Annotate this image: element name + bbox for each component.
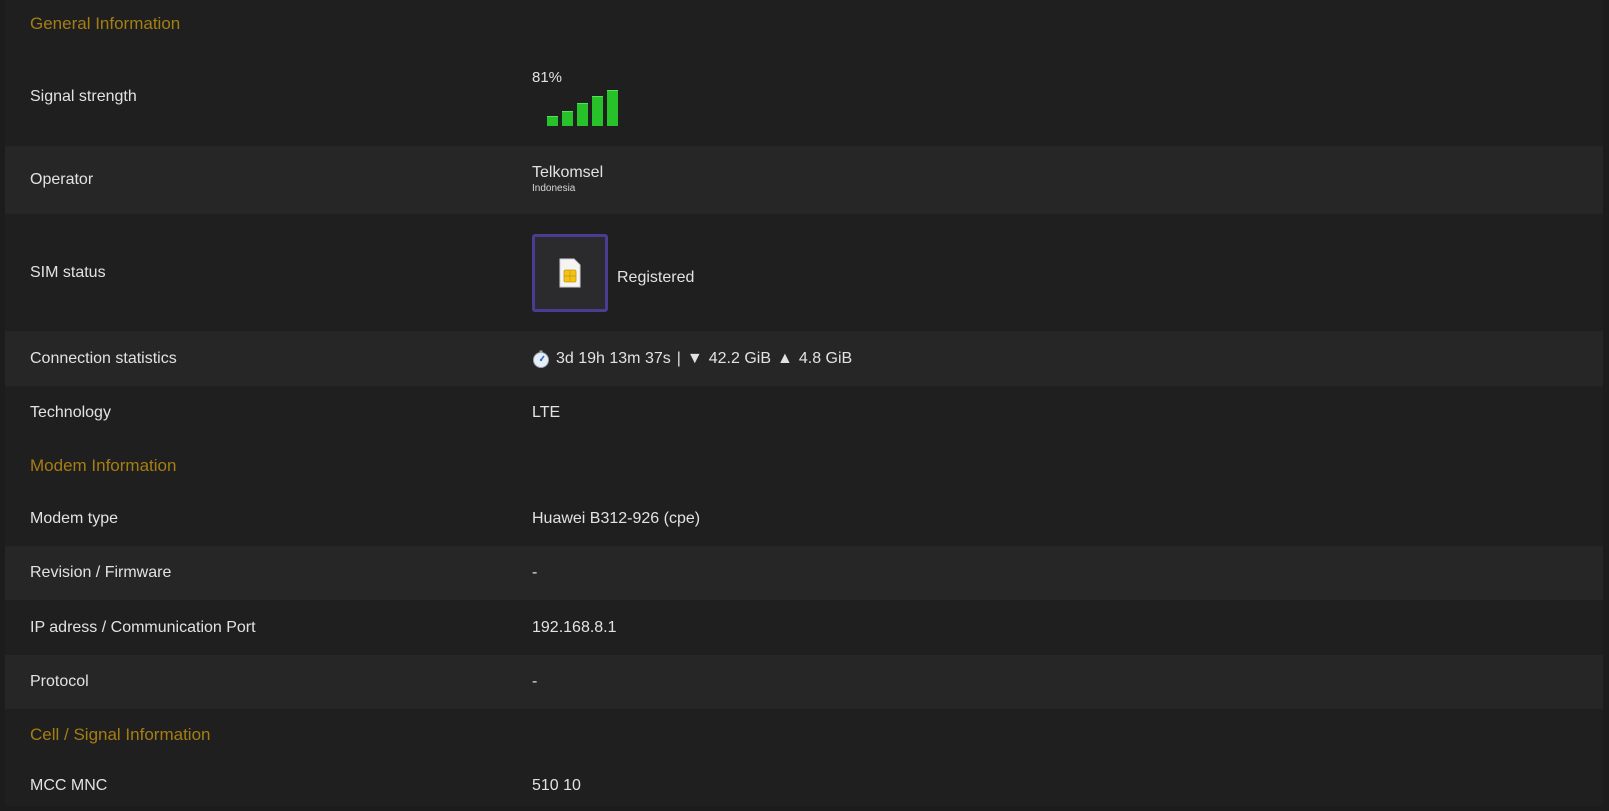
row-signal-strength: Signal strength 81%	[5, 48, 1603, 146]
operator-value: Telkomsel Indonesia	[532, 164, 1603, 196]
row-technology: Technology LTE	[5, 386, 1603, 440]
protocol-label: Protocol	[30, 673, 89, 690]
protocol-value: -	[532, 673, 538, 690]
signal-strength-value: 81%	[532, 69, 1603, 126]
sim-card-icon	[559, 258, 581, 287]
mcc-mnc-label: MCC MNC	[30, 777, 108, 794]
signal-bar	[607, 89, 618, 126]
download-arrow-icon: ▼	[686, 349, 703, 367]
signal-percent: 81%	[532, 68, 563, 86]
sim-status-text: Registered	[617, 268, 695, 286]
signal-bars-icon	[532, 89, 1603, 126]
row-modem-type: Modem type Huawei B312-926 (cpe)	[5, 491, 1603, 546]
firmware-label: Revision / Firmware	[30, 564, 172, 581]
operator-label: Operator	[30, 171, 94, 188]
row-sim-status: SIM status Registered	[5, 214, 1603, 331]
uptime-text: 3d 19h 13m 37s	[556, 349, 671, 367]
mcc-mnc-value: 510 10	[532, 777, 581, 794]
operator-country: Indonesia	[532, 183, 576, 194]
sim-status-button[interactable]	[532, 233, 608, 312]
modem-type-value: Huawei B312-926 (cpe)	[532, 509, 701, 527]
section-title-general: General Information	[30, 14, 181, 33]
ip-address-label: IP adress / Communication Port	[30, 618, 256, 636]
row-connection-statistics: Connection statistics 3d 19h 13m 37s | ▼…	[5, 331, 1603, 386]
signal-strength-label: Signal strength	[30, 88, 137, 105]
signal-bar	[562, 110, 573, 126]
connection-statistics-value: 3d 19h 13m 37s | ▼ 42.2 GiB ▲ 4.8 GiB	[532, 350, 1603, 368]
firmware-value: -	[532, 564, 538, 581]
upload-arrow-icon: ▲	[777, 349, 793, 367]
upload-total: 4.8 GiB	[798, 349, 853, 367]
modem-type-label: Modem type	[30, 509, 119, 527]
signal-bar	[577, 102, 588, 126]
row-mcc-mnc: MCC MNC 510 10	[5, 761, 1603, 811]
signal-bar	[547, 115, 558, 126]
stats-separator: |	[676, 349, 681, 367]
technology-value: LTE	[532, 404, 561, 421]
signal-bar	[592, 95, 603, 126]
modem-info-page: General Information Signal strength 81% …	[5, 0, 1603, 806]
section-title-modem: Modem Information	[30, 456, 177, 475]
section-title-cell: Cell / Signal Information	[30, 725, 211, 744]
connection-statistics-label: Connection statistics	[30, 349, 177, 367]
sim-status-label: SIM status	[30, 263, 106, 281]
technology-label: Technology	[30, 404, 111, 421]
operator-name: Telkomsel	[532, 164, 604, 181]
row-ip-address: IP adress / Communication Port 192.168.8…	[5, 600, 1603, 655]
row-firmware: Revision / Firmware -	[5, 546, 1603, 600]
row-operator: Operator Telkomsel Indonesia	[5, 146, 1603, 214]
download-total: 42.2 GiB	[708, 349, 772, 367]
row-protocol: Protocol -	[5, 655, 1603, 709]
sim-status-value: Registered	[532, 233, 1603, 312]
stopwatch-icon	[533, 350, 549, 368]
ip-address-value: 192.168.8.1	[532, 618, 617, 636]
